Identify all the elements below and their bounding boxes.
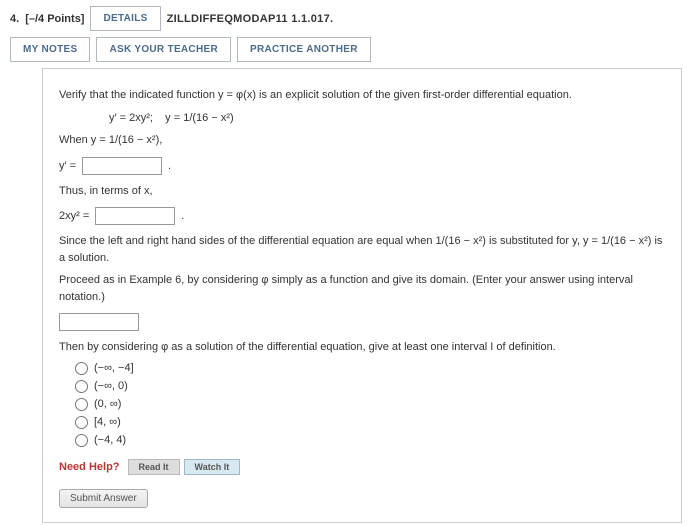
option-radio-4[interactable] [75,434,88,447]
question-body: Verify that the indicated function y = φ… [42,68,682,523]
option-row[interactable]: [4, ∞) [75,416,665,429]
domain-input[interactable] [59,313,139,331]
since-text: Since the left and right hand sides of t… [59,233,665,266]
question-reference: ZILLDIFFEQMODAP11 1.1.017. [167,13,334,25]
equation-lhs: y′ = 2xy²; [109,112,153,124]
option-radio-1[interactable] [75,380,88,393]
twoxy2-input[interactable] [95,207,175,225]
option-row[interactable]: (−4, 4) [75,434,665,447]
option-label: (−∞, 0) [94,380,128,392]
option-radio-3[interactable] [75,416,88,429]
yprime-input[interactable] [82,157,162,175]
yprime-label: y′ = [59,160,76,172]
twoxy2-label: 2xy² = [59,210,89,222]
points-label: [–/4 Points] [25,13,84,25]
proceed-text: Proceed as in Example 6, by considering … [59,272,665,305]
option-row[interactable]: (−∞, −4] [75,362,665,375]
option-label: (0, ∞) [94,398,121,410]
period-2: . [181,210,184,222]
option-label: (−4, 4) [94,434,126,446]
submit-answer-button[interactable]: Submit Answer [59,489,148,508]
question-number: 4. [10,13,19,25]
option-label: (−∞, −4] [94,362,134,374]
option-label: [4, ∞) [94,416,121,428]
watch-it-button[interactable]: Watch It [184,459,241,475]
need-help-label: Need Help? [59,461,120,473]
period-1: . [168,160,171,172]
option-row[interactable]: (0, ∞) [75,398,665,411]
practice-another-button[interactable]: PRACTICE ANOTHER [237,37,371,62]
need-help-row: Need Help? Read It Watch It [59,459,665,475]
details-button[interactable]: DETAILS [90,6,160,31]
my-notes-button[interactable]: MY NOTES [10,37,90,62]
option-radio-2[interactable] [75,398,88,411]
interval-options: (−∞, −4] (−∞, 0) (0, ∞) [4, ∞) (−4, 4) [75,362,665,447]
thenby-text: Then by considering φ as a solution of t… [59,339,665,356]
read-it-button[interactable]: Read It [128,459,180,475]
when-text: When y = 1/(16 − x²), [59,132,665,149]
equation-rhs: y = 1/(16 − x²) [165,112,233,124]
equation-row: y′ = 2xy²; y = 1/(16 − x²) [109,110,665,127]
ask-teacher-button[interactable]: ASK YOUR TEACHER [96,37,231,62]
option-radio-0[interactable] [75,362,88,375]
verify-text: Verify that the indicated function y = φ… [59,87,665,104]
option-row[interactable]: (−∞, 0) [75,380,665,393]
thus-text: Thus, in terms of x, [59,183,665,200]
